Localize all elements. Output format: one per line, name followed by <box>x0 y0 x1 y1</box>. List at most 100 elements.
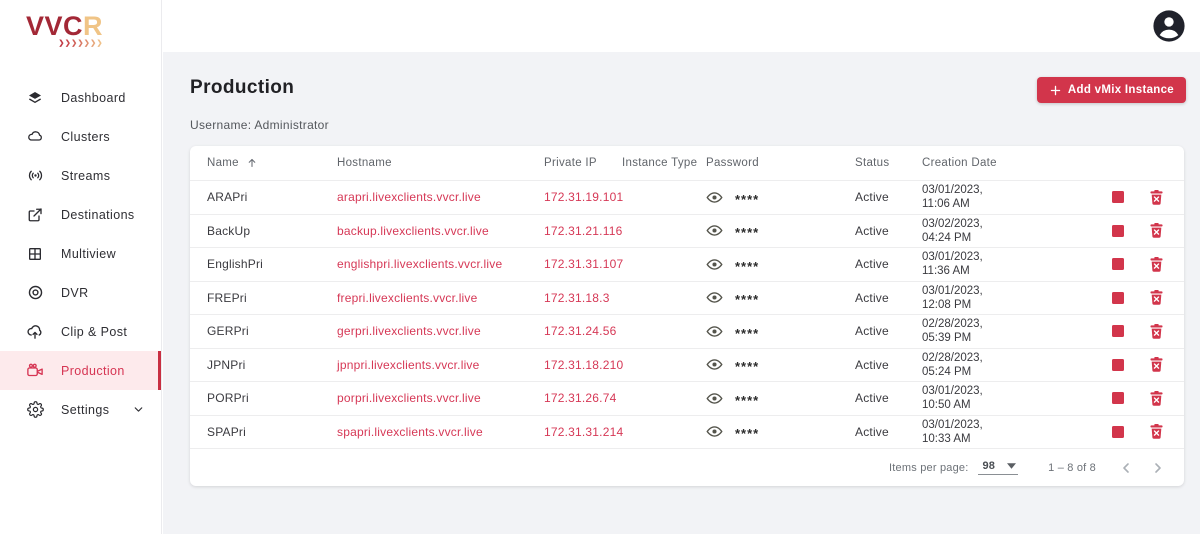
delete-instance-button[interactable] <box>1150 290 1163 305</box>
hostname-link[interactable]: jpnpri.livexclients.vvcr.live <box>337 358 544 372</box>
table-row: SPAPri spapri.livexclients.vvcr.live 172… <box>190 414 1184 449</box>
caret-down-icon <box>1007 463 1017 469</box>
sidebar-item-streams[interactable]: Streams <box>0 156 161 195</box>
eye-icon[interactable] <box>706 423 723 440</box>
instance-name: JPNPri <box>207 357 246 372</box>
items-per-page-select[interactable]: 98 <box>978 460 1019 475</box>
next-page-button[interactable] <box>1150 460 1166 476</box>
sidebar-item-label: Clusters <box>61 129 111 144</box>
hostname-link[interactable]: arapri.livexclients.vvcr.live <box>337 190 544 204</box>
sidebar-item-dashboard[interactable]: Dashboard <box>0 78 161 117</box>
sidebar-item-settings[interactable]: Settings <box>0 390 161 429</box>
creation-date: 03/01/2023, 12:08 PM <box>922 284 983 311</box>
eye-icon[interactable] <box>706 289 723 306</box>
column-header-name[interactable]: Name <box>207 157 337 169</box>
logo-text: VVCR <box>26 11 104 41</box>
sidebar-item-label: Production <box>61 363 125 378</box>
delete-instance-button[interactable] <box>1150 189 1163 205</box>
eye-icon[interactable] <box>706 189 723 206</box>
eye-icon[interactable] <box>706 390 723 407</box>
sidebar-item-label: Settings <box>61 402 110 417</box>
private-ip-link[interactable]: 172.31.26.74 <box>544 391 622 405</box>
row-actions <box>1112 424 1184 439</box>
row-actions <box>1112 189 1184 205</box>
sidebar-item-label: Clip & Post <box>61 324 128 339</box>
sidebar-nav: Dashboard Clusters Streams Destinations … <box>0 78 161 429</box>
table-row: FREPri frepri.livexclients.vvcr.live 172… <box>190 280 1184 315</box>
stop-instance-button[interactable] <box>1112 425 1124 438</box>
creation-date: 03/01/2023, 10:50 AM <box>922 385 983 412</box>
column-header-password: Password <box>706 157 759 169</box>
password-cell: **** <box>706 323 855 340</box>
sidebar-item-clusters[interactable]: Clusters <box>0 117 161 156</box>
stop-instance-button[interactable] <box>1112 224 1124 237</box>
status-value: Active <box>855 190 889 205</box>
add-vmix-instance-button[interactable]: Add vMix Instance <box>1036 77 1186 103</box>
private-ip-link[interactable]: 172.31.31.214 <box>544 425 623 439</box>
delete-instance-button[interactable] <box>1150 323 1163 339</box>
row-actions <box>1112 256 1184 272</box>
sidebar-item-label: Dashboard <box>61 90 126 105</box>
eye-icon[interactable] <box>706 222 723 239</box>
column-header-private-ip: Private IP <box>544 157 597 169</box>
trash-icon <box>1150 323 1163 339</box>
delete-instance-button[interactable] <box>1150 256 1163 272</box>
creation-date: 03/02/2023, 04:24 PM <box>922 217 983 244</box>
sidebar-item-dvr[interactable]: DVR <box>0 273 161 312</box>
sidebar-item-destinations[interactable]: Destinations <box>0 195 161 234</box>
hostname-link[interactable]: gerpri.livexclients.vvcr.live <box>337 324 544 338</box>
app-window: VVCR ❯❯❯❯❯❯❯ Dashboard Clusters Streams … <box>0 0 1200 534</box>
password-cell: **** <box>706 222 855 239</box>
video-camera-icon <box>26 362 44 380</box>
plus-icon <box>1049 84 1062 97</box>
page-range-label: 1 – 8 of 8 <box>1048 461 1096 474</box>
cloud-icon <box>26 128 44 146</box>
sidebar-item-label: Multiview <box>61 246 116 261</box>
hostname-link[interactable]: spapri.livexclients.vvcr.live <box>337 425 544 439</box>
vvcr-logo[interactable]: VVCR ❯❯❯❯❯❯❯ <box>0 0 103 47</box>
password-cell: **** <box>706 189 855 206</box>
private-ip-link[interactable]: 172.31.18.210 <box>544 358 623 372</box>
hostname-link[interactable]: englishpri.livexclients.vvcr.live <box>337 257 544 271</box>
status-value: Active <box>855 257 889 272</box>
creation-date: 03/01/2023, 11:06 AM <box>922 184 983 211</box>
masked-password: **** <box>735 426 760 442</box>
hostname-link[interactable]: porpri.livexclients.vvcr.live <box>337 391 544 405</box>
status-value: Active <box>855 290 889 305</box>
stop-instance-button[interactable] <box>1112 392 1124 405</box>
trash-icon <box>1150 223 1163 238</box>
hostname-link[interactable]: frepri.livexclients.vvcr.live <box>337 291 544 305</box>
delete-instance-button[interactable] <box>1150 390 1163 406</box>
stop-instance-button[interactable] <box>1112 191 1124 204</box>
private-ip-link[interactable]: 172.31.31.107 <box>544 257 623 271</box>
paginator: Items per page: 98 1 – 8 of 8 <box>190 448 1184 486</box>
eye-icon[interactable] <box>706 256 723 273</box>
sidebar-item-label: DVR <box>61 285 89 300</box>
private-ip-link[interactable]: 172.31.18.3 <box>544 291 622 305</box>
sidebar-item-production[interactable]: Production <box>0 351 161 390</box>
stop-instance-button[interactable] <box>1112 291 1124 304</box>
private-ip-link[interactable]: 172.31.19.101 <box>544 190 623 204</box>
previous-page-button[interactable] <box>1118 460 1134 476</box>
instance-name: BackUp <box>207 223 251 238</box>
delete-instance-button[interactable] <box>1150 357 1163 372</box>
delete-instance-button[interactable] <box>1150 424 1163 439</box>
masked-password: **** <box>735 258 760 274</box>
sidebar-item-multiview[interactable]: Multiview <box>0 234 161 273</box>
hostname-link[interactable]: backup.livexclients.vvcr.live <box>337 224 544 238</box>
stop-instance-button[interactable] <box>1112 325 1124 338</box>
private-ip-link[interactable]: 172.31.24.56 <box>544 324 622 338</box>
sidebar-item-clip-and-post[interactable]: Clip & Post <box>0 312 161 351</box>
user-avatar[interactable] <box>1152 9 1186 43</box>
external-link-icon <box>26 206 44 224</box>
delete-instance-button[interactable] <box>1150 223 1163 238</box>
column-header-hostname: Hostname <box>337 157 392 169</box>
eye-icon[interactable] <box>706 323 723 340</box>
stop-instance-button[interactable] <box>1112 358 1124 371</box>
table-row: PORPri porpri.livexclients.vvcr.live 172… <box>190 381 1184 415</box>
eye-icon[interactable] <box>706 356 723 373</box>
row-actions <box>1112 357 1184 372</box>
stop-instance-button[interactable] <box>1112 258 1124 271</box>
table-row: GERPri gerpri.livexclients.vvcr.live 172… <box>190 314 1184 348</box>
private-ip-link[interactable]: 172.31.21.116 <box>544 224 622 238</box>
